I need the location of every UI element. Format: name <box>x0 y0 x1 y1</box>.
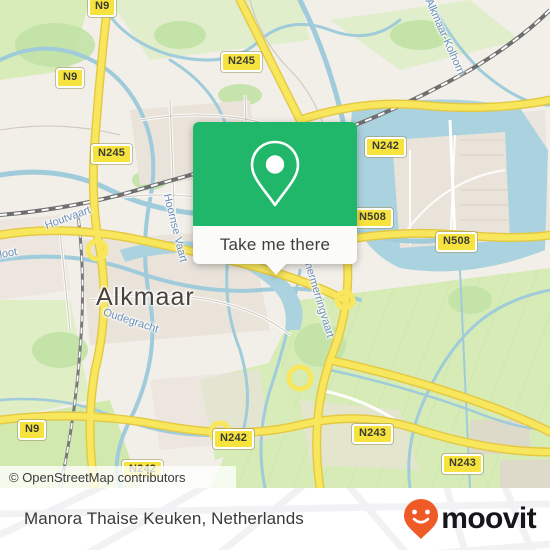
attribution-text: © OpenStreetMap contributors <box>9 469 186 485</box>
road-shield-n245-top[interactable]: N245 <box>221 52 263 72</box>
take-me-there-label: Take me there <box>219 235 331 254</box>
road-shield-n9-top[interactable]: N9 <box>88 0 117 17</box>
map-pin-icon <box>250 140 300 207</box>
road-shield-n9-bottom[interactable]: N9 <box>18 420 47 440</box>
card-action-panel[interactable]: Take me there <box>193 226 357 264</box>
moovit-wordmark: moovit <box>441 502 536 535</box>
moovit-pin-smiley-icon <box>404 499 439 539</box>
road-shield-n243-upper[interactable]: N243 <box>352 424 394 444</box>
footer-title-text: Manora Thaise Keuken, Netherlands <box>24 509 304 528</box>
road-shield-n245-left[interactable]: N245 <box>91 144 133 164</box>
map-attribution-bar[interactable]: © OpenStreetMap contributors <box>0 466 236 488</box>
road-shield-n508-upper[interactable]: N508 <box>352 208 394 228</box>
road-shield-n242-right[interactable]: N242 <box>365 137 407 157</box>
road-shield-n242-bottom[interactable]: N242 <box>213 429 255 449</box>
road-shield-n243-lower[interactable]: N243 <box>442 454 484 474</box>
footer-bar: Manora Thaise Keuken, Netherlands moovit <box>0 488 550 550</box>
card-icon-panel <box>193 122 357 226</box>
road-shield-n508-lower[interactable]: N508 <box>436 232 478 252</box>
road-shield-n9-upper[interactable]: N9 <box>56 68 85 88</box>
map-canvas[interactable]: Alkmaar Houtvaart Hoornse Vaart Oudegrac… <box>0 0 550 488</box>
poi-callout-card[interactable]: Take me there <box>193 122 357 275</box>
page-title: Manora Thaise Keuken, Netherlands <box>24 488 304 550</box>
card-pointer-tail <box>265 263 287 275</box>
moovit-logo[interactable]: moovit <box>403 488 537 550</box>
